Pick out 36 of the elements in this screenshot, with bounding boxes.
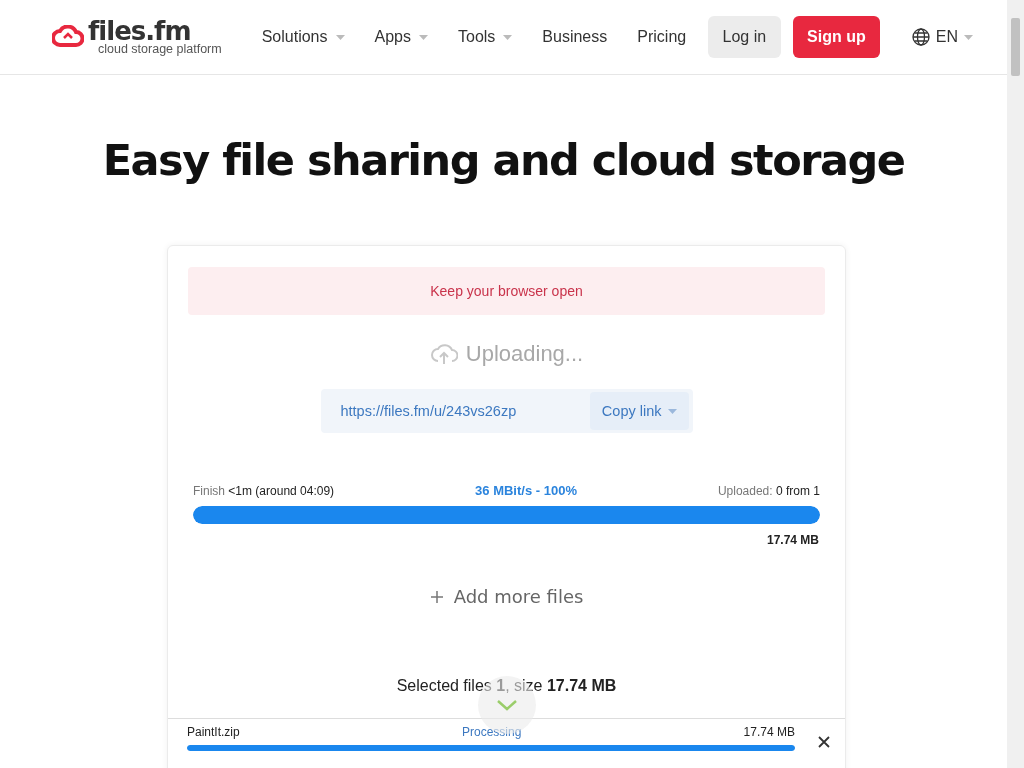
share-link[interactable]: https://files.fm/u/243vs26zp xyxy=(340,403,517,419)
chevron-down-icon xyxy=(496,699,518,711)
nav-item[interactable]: Tools xyxy=(443,28,528,46)
finish-time: <1m (around 04:09) xyxy=(228,483,335,498)
signup-button[interactable]: Sign up xyxy=(793,16,880,58)
uploaded-count: 0 from 1 xyxy=(775,483,820,498)
nav-item[interactable]: Pricing xyxy=(622,28,702,46)
logo-text[interactable]: files.fm xyxy=(88,18,222,43)
globe-icon xyxy=(911,28,930,46)
alert-banner: Keep your browser open xyxy=(188,267,825,315)
file-name: PaintIt.zip xyxy=(187,725,240,739)
close-icon[interactable] xyxy=(817,735,831,749)
total-size: 17.74 MB xyxy=(766,533,819,547)
language-selector[interactable]: EN xyxy=(905,27,979,47)
logo-tagline: cloud storage platform xyxy=(98,42,222,56)
uploaded-label: Uploaded: xyxy=(717,483,773,498)
cloud-icon xyxy=(52,25,84,49)
cloud-upload-icon xyxy=(429,343,458,365)
login-button[interactable]: Log in xyxy=(707,16,782,58)
finish-label: Finish xyxy=(193,483,225,498)
nav-item[interactable]: Business xyxy=(527,28,623,46)
nav-item[interactable]: Solutions xyxy=(246,28,360,46)
upload-status: Uploading... xyxy=(465,341,584,367)
nav-item[interactable]: Apps xyxy=(359,28,443,46)
selection-summary: Selected files 1, size 17.74 MB xyxy=(396,677,617,695)
caret-icon xyxy=(964,34,973,40)
page-title: Easy file sharing and cloud storage xyxy=(101,135,906,185)
copy-link-button[interactable]: Copy link xyxy=(589,392,689,430)
upload-speed: 36 MBit/s - 100% xyxy=(475,483,577,498)
caret-icon xyxy=(667,408,677,414)
scrollbar[interactable] xyxy=(1007,0,1024,768)
file-status: Processing xyxy=(461,725,522,739)
plus-icon xyxy=(429,589,444,604)
file-size: 17.74 MB xyxy=(743,725,795,739)
add-more-files-button[interactable]: Add more files xyxy=(168,585,845,608)
link-field[interactable]: https://files.fm/u/243vs26zp Copy link xyxy=(320,389,693,433)
